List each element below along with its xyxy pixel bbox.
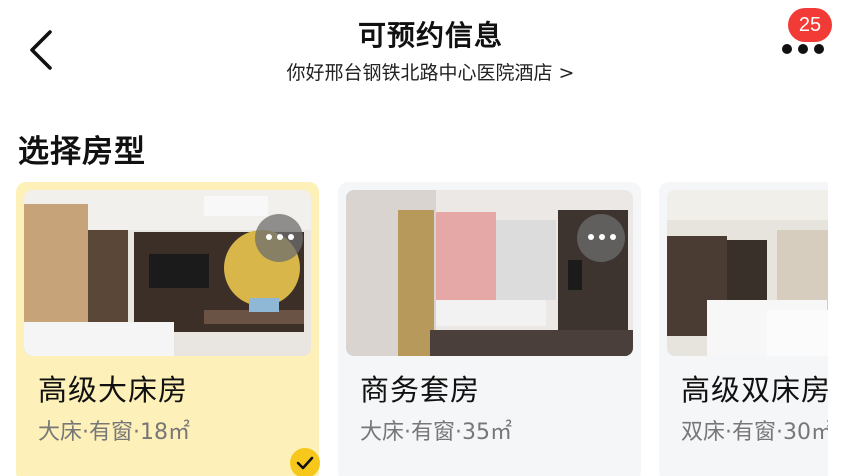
top-nav-bar: 可预约信息 你好邢台钢铁北路中心医院酒店 > 25 bbox=[0, 0, 861, 110]
room-name: 商务套房 bbox=[360, 373, 481, 407]
room-desc: 双床·有窗·30㎡ bbox=[681, 420, 828, 445]
more-dots-icon bbox=[266, 234, 294, 240]
room-photo bbox=[24, 190, 311, 356]
room-desc: 大床·有窗·18㎡ bbox=[38, 420, 190, 445]
hotel-name-link[interactable]: 你好邢台钢铁北路中心医院酒店 > bbox=[0, 60, 861, 86]
header-title-group: 可预约信息 你好邢台钢铁北路中心医院酒店 > bbox=[0, 18, 861, 86]
photo-more-button[interactable] bbox=[577, 214, 625, 262]
more-dots-icon bbox=[588, 234, 616, 240]
room-card[interactable]: 商务套房 大床·有窗·35㎡ bbox=[338, 182, 641, 476]
room-photo bbox=[667, 190, 828, 356]
section-title: 选择房型 bbox=[18, 134, 146, 170]
room-name: 高级双床房 bbox=[681, 373, 828, 407]
page-title: 可预约信息 bbox=[357, 19, 503, 52]
room-desc: 大床·有窗·35㎡ bbox=[360, 420, 512, 445]
room-photo bbox=[346, 190, 633, 356]
photo-more-button[interactable] bbox=[255, 214, 303, 262]
room-type-carousel[interactable]: 高级大床房 大床·有窗·18㎡ 商务套房 大床·有窗·35㎡ 高级双床房 双床·… bbox=[16, 182, 828, 476]
room-card[interactable]: 高级大床房 大床·有窗·18㎡ bbox=[16, 182, 320, 476]
more-dots-icon bbox=[782, 44, 824, 54]
notification-badge: 25 bbox=[788, 8, 832, 42]
room-name: 高级大床房 bbox=[38, 373, 189, 407]
selected-check-icon bbox=[290, 448, 320, 476]
room-card[interactable]: 高级双床房 双床·有窗·30㎡ bbox=[659, 182, 828, 476]
